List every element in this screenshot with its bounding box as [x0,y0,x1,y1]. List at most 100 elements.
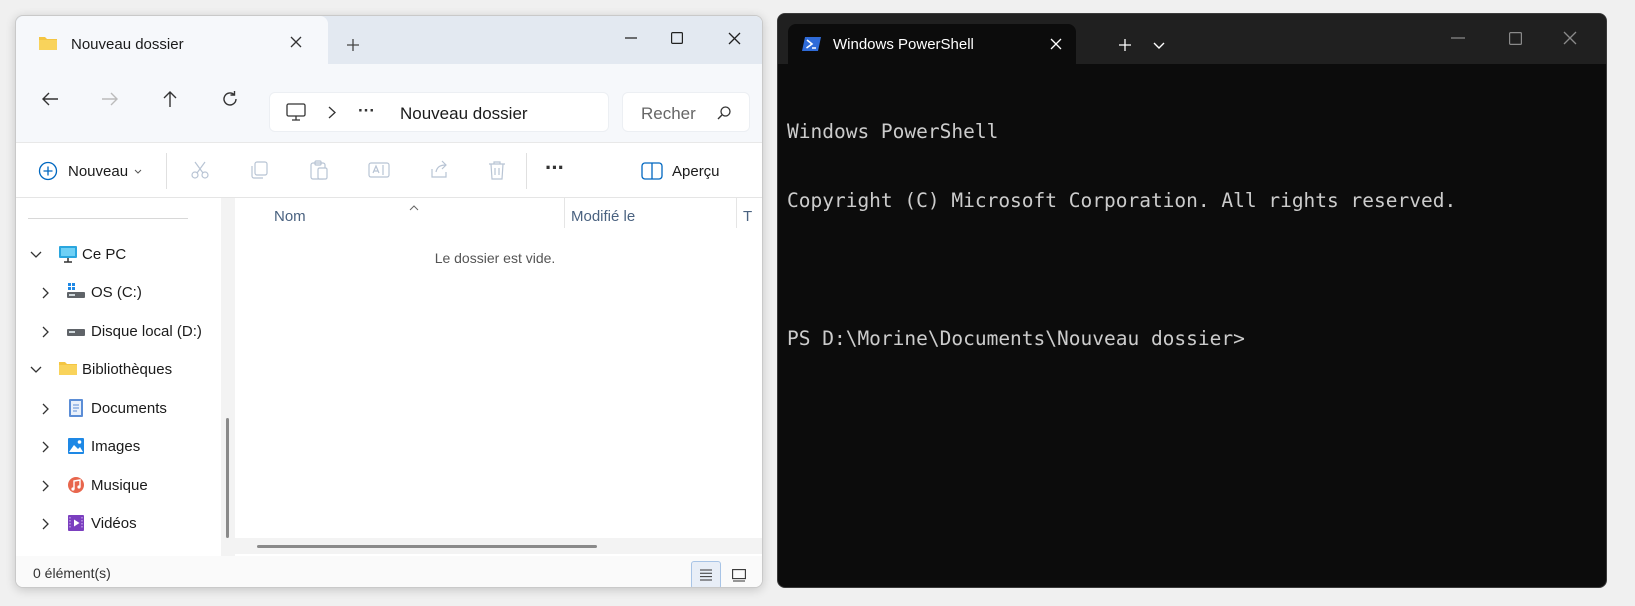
maximize-button[interactable] [657,24,697,52]
new-tab-button[interactable] [1113,33,1137,57]
terminal-line: Copyright (C) Microsoft Corporation. All… [787,189,1457,212]
tab-dropdown-button[interactable] [1147,33,1171,57]
plus-icon [1119,39,1131,51]
plus-icon [347,39,359,51]
explorer-titlebar: Nouveau dossier [16,16,762,64]
explorer-command-bar: Nouveau ··· Aperçu [16,142,762,198]
chevron-right-icon[interactable] [38,401,54,417]
search-icon [717,106,731,125]
chevron-down-icon[interactable] [28,362,44,378]
maximize-icon [671,32,683,44]
column-separator[interactable] [736,198,737,228]
sort-ascending-icon [409,198,419,216]
more-options-button[interactable]: ··· [545,155,565,181]
paste-button[interactable] [306,157,332,183]
rename-icon [368,162,390,178]
sidebar-item-label: Bibliothèques [82,361,173,378]
details-view-button[interactable] [691,561,721,587]
breadcrumb-ellipsis[interactable]: ··· [358,101,375,121]
share-button[interactable] [426,157,452,183]
scrollbar-thumb[interactable] [257,545,597,548]
chevron-right-icon[interactable] [38,478,54,494]
chevron-right-icon[interactable] [38,516,54,532]
new-button[interactable]: Nouveau [36,153,146,189]
close-icon [728,32,740,44]
chevron-down-icon[interactable] [28,247,44,263]
close-icon [1563,31,1577,45]
tiles-icon [732,568,746,582]
terminal-output[interactable]: Windows PowerShell Copyright (C) Microso… [787,74,1597,396]
close-icon [1050,38,1062,50]
preview-button[interactable]: Aperçu [641,155,720,187]
column-separator[interactable] [564,198,565,228]
music-icon [67,476,85,498]
copy-icon [251,161,268,179]
cut-button[interactable] [187,157,213,183]
maximize-button[interactable] [1495,24,1535,52]
toolbar-separator [166,153,167,189]
close-window-button[interactable] [714,24,754,52]
pc-icon [58,245,78,267]
new-tab-button[interactable] [338,30,368,60]
sidebar-item-label: Vidéos [91,515,137,532]
sidebar-item-label: Documents [91,400,167,417]
rename-button[interactable] [366,157,392,183]
sidebar-item-label: Ce PC [82,246,127,263]
delete-button[interactable] [484,157,510,183]
refresh-icon [223,91,237,106]
column-header-type[interactable]: T [743,208,752,225]
powershell-terminal-window: Windows PowerShell Windows PowerShell Co… [777,13,1607,588]
arrow-right-icon [102,92,118,106]
minimize-button[interactable] [1438,24,1478,52]
search-box[interactable]: Recher [622,92,750,132]
refresh-button[interactable] [211,80,249,118]
chevron-down-icon [1153,42,1165,49]
minimize-icon [1451,37,1465,39]
file-list-scrollbar[interactable] [235,538,762,554]
chevron-right-icon[interactable] [38,285,54,301]
documents-icon [68,398,84,422]
breadcrumb-current-folder[interactable]: Nouveau dossier [400,104,528,124]
scrollbar-thumb[interactable] [226,418,229,538]
new-button-label: Nouveau [68,162,129,180]
empty-folder-message: Le dossier est vide. [434,250,556,266]
explorer-tab[interactable]: Nouveau dossier [16,16,328,64]
item-count: 0 élément(s) [33,565,111,581]
sidebar-divider [28,218,188,219]
chevron-right-icon[interactable] [38,439,54,455]
close-icon [290,36,302,48]
powershell-icon [802,36,822,57]
column-header-name[interactable]: Nom [274,208,306,225]
terminal-prompt[interactable]: PS D:\Morine\Documents\Nouveau dossier> [787,327,1597,350]
search-input[interactable]: Recher [641,104,701,124]
breadcrumb-chevron-icon[interactable] [328,106,336,124]
share-icon [431,160,447,178]
drive-os-icon [66,282,86,304]
column-header-modified[interactable]: Modifié le [571,208,635,225]
navigation-pane: Ce PC OS (C:) Disque local (D:) Biblioth… [16,198,221,556]
terminal-tab[interactable]: Windows PowerShell [788,24,1076,64]
explorer-tab-title: Nouveau dossier [71,36,184,53]
clipboard-icon [310,160,328,180]
copy-button[interactable] [246,157,272,183]
explorer-navigation-bar: ··· Nouveau dossier Recher [16,64,762,142]
arrow-left-icon [42,92,58,106]
terminal-titlebar: Windows PowerShell [778,14,1606,64]
toolbar-separator [526,153,527,189]
chevron-right-icon[interactable] [38,324,54,340]
address-bar[interactable]: ··· Nouveau dossier [269,92,609,132]
back-button[interactable] [31,80,69,118]
navigation-pane-scrollbar[interactable] [221,198,235,556]
folder-icon [38,35,58,56]
scissors-icon [191,161,209,179]
tiles-view-button[interactable] [724,561,754,587]
close-tab-button[interactable] [284,30,308,54]
file-explorer-window: Nouveau dossier ··· Nouveau dossier Rech… [15,15,763,588]
close-window-button[interactable] [1550,24,1590,52]
close-tab-button[interactable] [1044,32,1068,56]
up-button[interactable] [151,80,189,118]
sidebar-item-label: Disque local (D:) [91,323,202,340]
forward-button[interactable] [91,80,129,118]
minimize-button[interactable] [611,24,651,52]
